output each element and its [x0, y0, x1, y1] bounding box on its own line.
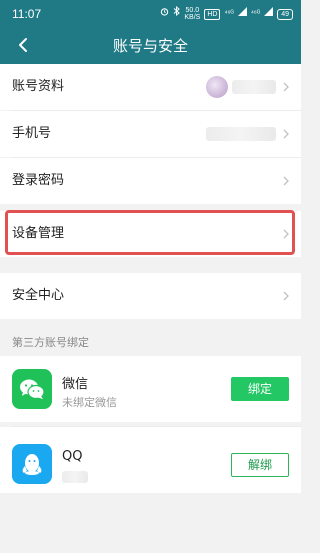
chevron-right-icon — [283, 176, 289, 186]
security-center-label: 安全中心 — [12, 288, 65, 303]
net-speed-unit: KB/S — [184, 14, 201, 21]
bluetooth-icon — [173, 0, 181, 28]
nav-bar: 账号与安全 — [0, 28, 301, 64]
net-speed-value: 50.0 — [185, 7, 200, 14]
account-profile-label: 账号资料 — [12, 79, 65, 94]
phone-number-row[interactable]: 手机号 — [0, 111, 301, 157]
qq-bind-row: QQ 解绑 — [0, 427, 301, 493]
phone-number-redacted — [206, 127, 276, 141]
qq-account-redacted — [62, 471, 88, 483]
signal-bars-icon — [237, 0, 247, 28]
wechat-bind-row: 微信 未绑定微信 绑定 — [0, 356, 301, 422]
battery-indicator: 49 — [277, 8, 293, 20]
phone-number-label: 手机号 — [12, 126, 52, 141]
login-password-row[interactable]: 登录密码 — [0, 158, 301, 204]
login-password-label: 登录密码 — [12, 173, 65, 188]
net-speed: 50.0 KB/S — [184, 7, 200, 21]
signal-1: ⁴⁶ᴳ — [224, 10, 234, 17]
chevron-right-icon — [283, 129, 289, 139]
security-center-row[interactable]: 安全中心 — [0, 273, 301, 319]
page-title: 账号与安全 — [112, 37, 188, 55]
qq-icon — [12, 444, 52, 484]
device-management-row[interactable]: 设备管理 — [0, 211, 301, 257]
chevron-right-icon — [283, 82, 289, 92]
alarm-icon — [160, 0, 169, 28]
wechat-icon — [12, 369, 52, 409]
signal-bars-icon — [264, 0, 274, 28]
back-arrow-icon — [19, 38, 27, 52]
chevron-right-icon — [283, 291, 289, 301]
status-bar: 11:07 50.0 KB/S HD ⁴⁶ᴳ ⁴⁶ᴳ 49 — [0, 0, 301, 28]
section-title: 第三方账号绑定 — [12, 336, 89, 349]
status-icons: 50.0 KB/S HD ⁴⁶ᴳ ⁴⁶ᴳ 49 — [160, 0, 293, 28]
wechat-bind-button[interactable]: 绑定 — [231, 377, 289, 401]
nickname-redacted — [232, 80, 276, 94]
status-time: 11:07 — [12, 7, 42, 21]
chevron-right-icon — [283, 229, 289, 239]
device-management-label: 设备管理 — [12, 226, 65, 241]
qq-unbind-button[interactable]: 解绑 — [231, 453, 289, 477]
hd-badge: HD — [204, 8, 221, 20]
wechat-status: 未绑定微信 — [62, 396, 117, 409]
qq-name: QQ — [62, 449, 83, 464]
header: 11:07 50.0 KB/S HD ⁴⁶ᴳ ⁴⁶ᴳ 49 账号与安全 — [0, 0, 301, 64]
back-button[interactable] — [8, 30, 38, 60]
signal-2: ⁴⁶ᴳ — [250, 10, 261, 17]
account-profile-row[interactable]: 账号资料 — [0, 64, 301, 110]
wechat-name: 微信 — [62, 377, 89, 392]
avatar — [206, 76, 228, 98]
